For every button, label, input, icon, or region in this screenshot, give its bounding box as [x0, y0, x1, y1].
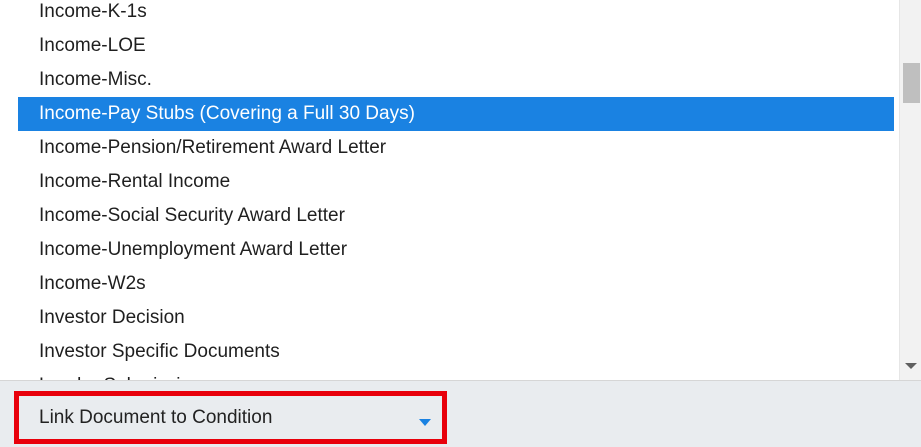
page: Income-K-1s Income-LOE Income-Misc. Inco… [0, 0, 921, 447]
listbox-scrollbar[interactable] [899, 0, 921, 380]
bottom-bar: Link Document to Condition [0, 381, 921, 447]
list-item[interactable]: Income-LOE [18, 29, 894, 63]
list-item[interactable]: Investor Specific Documents [18, 335, 894, 369]
list-item[interactable]: Lender Submission [18, 369, 894, 380]
list-item[interactable]: Income-K-1s [18, 0, 894, 29]
list-item[interactable]: Investor Decision [18, 301, 894, 335]
link-document-to-condition-select[interactable]: Link Document to Condition [14, 391, 447, 444]
list-item[interactable]: Income-Unemployment Award Letter [18, 233, 894, 267]
select-label: Link Document to Condition [39, 407, 273, 428]
list-item[interactable]: Income-W2s [18, 267, 894, 301]
list-item[interactable]: Income-Misc. [18, 63, 894, 97]
list-item[interactable]: Income-Social Security Award Letter [18, 199, 894, 233]
chevron-down-icon[interactable] [419, 419, 431, 426]
list-item[interactable]: Income-Pension/Retirement Award Letter [18, 131, 894, 165]
scrollbar-thumb[interactable] [903, 63, 920, 103]
scroll-down-arrow-icon[interactable] [905, 363, 917, 369]
list-item[interactable]: Income-Rental Income [18, 165, 894, 199]
list-item-selected[interactable]: Income-Pay Stubs (Covering a Full 30 Day… [18, 97, 894, 131]
document-type-listbox[interactable]: Income-K-1s Income-LOE Income-Misc. Inco… [0, 0, 921, 381]
